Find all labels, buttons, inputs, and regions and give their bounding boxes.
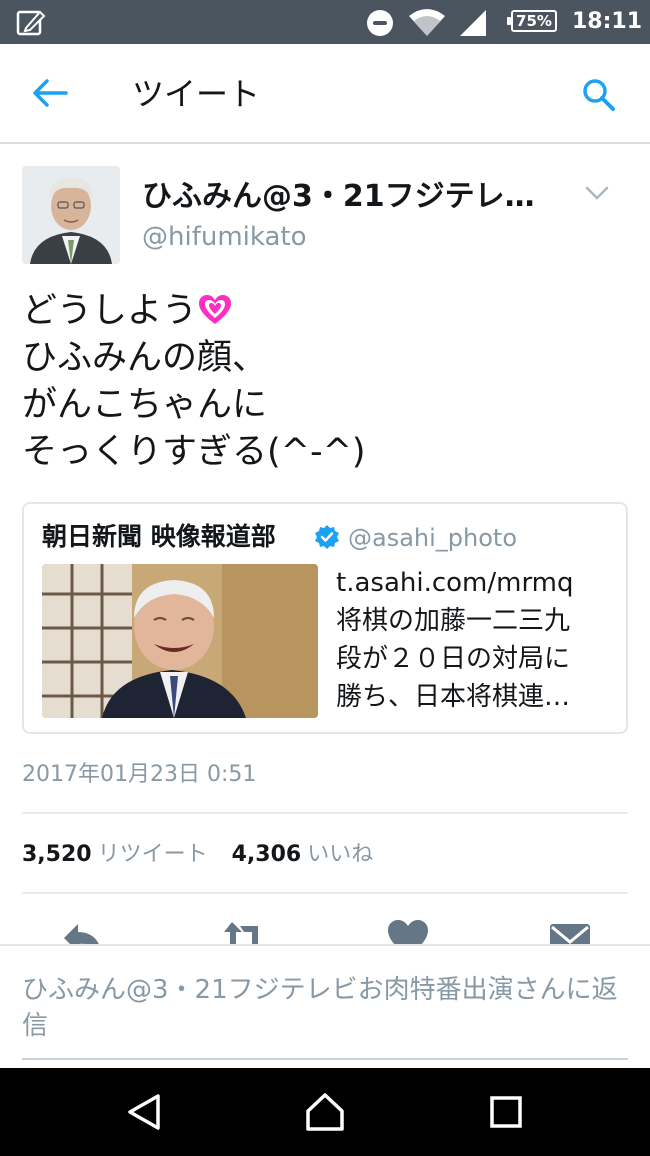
nav-home-icon[interactable] bbox=[305, 1092, 345, 1132]
search-icon[interactable] bbox=[580, 76, 616, 112]
nav-back-icon[interactable] bbox=[124, 1092, 164, 1132]
retweet-label[interactable]: リツイート bbox=[98, 842, 208, 867]
tweet-text: どうしよう ひふみんの顔、 がんこちゃんに そっくりすぎる(^-^) bbox=[22, 288, 622, 476]
tweet-stats: 3,520 リツイート 4,306 いいね bbox=[22, 840, 397, 870]
tweet-timestamp: 2017年01月23日 0:51 bbox=[22, 762, 257, 787]
tweet-line: ひふみんの顔、 bbox=[22, 338, 268, 378]
reply-icon[interactable] bbox=[60, 918, 104, 944]
author-name[interactable]: ひふみん@3・21フジテレ… bbox=[142, 178, 552, 216]
chevron-down-icon[interactable] bbox=[584, 184, 610, 202]
quoted-text-line: 将棋の加藤一二三九 bbox=[336, 606, 571, 636]
status-bar: 75% 18:11 bbox=[0, 0, 650, 44]
system-navigation-bar bbox=[0, 1068, 650, 1156]
retweet-count[interactable]: 3,520 bbox=[22, 842, 92, 867]
quoted-text-line: 勝ち、日本将棋連… bbox=[336, 682, 571, 712]
battery-indicator: 75% bbox=[507, 10, 557, 32]
tweet-line: どうしよう bbox=[22, 288, 622, 335]
quoted-tweet[interactable]: 朝日新聞 映像報道部 @asahi_photo t.asahi.com/mrmq… bbox=[22, 502, 628, 734]
like-count[interactable]: 4,306 bbox=[232, 842, 302, 867]
nav-recents-icon[interactable] bbox=[486, 1092, 526, 1132]
edit-note-icon bbox=[16, 10, 46, 36]
tweet-line: がんこちゃんに bbox=[22, 385, 268, 425]
page-title: ツイート bbox=[132, 75, 261, 113]
avatar[interactable] bbox=[22, 166, 120, 264]
cell-signal-icon bbox=[460, 10, 486, 36]
like-icon[interactable] bbox=[386, 918, 430, 944]
clock: 18:11 bbox=[572, 9, 643, 34]
reply-composer[interactable]: ひふみん@3・21フジテレビお肉特番出演さんに返信 bbox=[0, 944, 650, 1068]
divider bbox=[22, 812, 628, 814]
author-handle[interactable]: @hifumikato bbox=[142, 220, 307, 254]
like-label[interactable]: いいね bbox=[307, 842, 373, 867]
quoted-text-line: 段が２０日の対局に bbox=[336, 644, 571, 674]
sparkling-heart-icon bbox=[199, 295, 232, 324]
reply-input-underline bbox=[22, 1058, 628, 1060]
retweet-icon[interactable] bbox=[222, 918, 266, 944]
quoted-text: t.asahi.com/mrmq 将棋の加藤一二三九 段が２０日の対局に 勝ち、… bbox=[336, 564, 616, 716]
do-not-disturb-icon bbox=[367, 10, 393, 36]
quoted-author-handle: @asahi_photo bbox=[348, 524, 518, 552]
quoted-author-name: 朝日新聞 映像報道部 bbox=[42, 522, 276, 551]
tweet-actions bbox=[0, 900, 650, 944]
app-header: ツイート bbox=[0, 44, 650, 144]
wifi-icon bbox=[409, 9, 445, 36]
quoted-photo[interactable] bbox=[42, 564, 318, 718]
tweet-line: そっくりすぎる(^-^) bbox=[22, 432, 366, 472]
back-arrow-icon[interactable] bbox=[30, 76, 70, 110]
divider bbox=[22, 892, 628, 894]
reply-input[interactable]: ひふみん@3・21フジテレビお肉特番出演さんに返信 bbox=[22, 972, 628, 1044]
quoted-link[interactable]: t.asahi.com/mrmq bbox=[336, 564, 616, 602]
message-icon[interactable] bbox=[548, 918, 592, 944]
verified-badge-icon bbox=[315, 525, 339, 549]
